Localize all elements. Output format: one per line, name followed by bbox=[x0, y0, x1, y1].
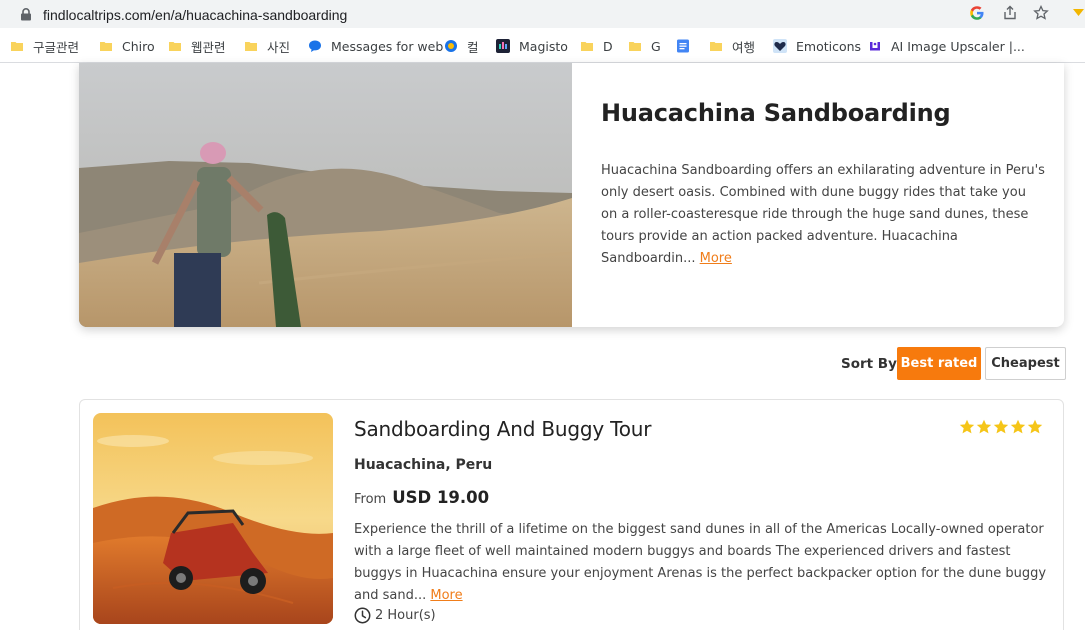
bookmarks-bar: 구글관련 Chiro 웹관련 사진 Messages for web 컬 Mag… bbox=[0, 28, 1085, 63]
star-icon bbox=[1027, 419, 1043, 434]
bookmark-label: Messages for web bbox=[331, 38, 444, 54]
url-text[interactable]: findlocaltrips.com/en/a/huacachina-sandb… bbox=[43, 7, 347, 23]
bookmark-item[interactable]: 여행 bbox=[709, 37, 755, 55]
share-icon[interactable] bbox=[1002, 5, 1018, 21]
bookmark-label: 웹관련 bbox=[191, 39, 226, 55]
page-title: Huacachina Sandboarding bbox=[601, 99, 951, 127]
bookmark-label: G bbox=[651, 38, 661, 54]
price-amount: USD 19.00 bbox=[392, 488, 490, 507]
bookmark-item[interactable]: D bbox=[580, 37, 613, 55]
google-icon[interactable] bbox=[969, 5, 985, 21]
duration-text: 2 Hour(s) bbox=[375, 608, 436, 623]
hero-description: Huacachina Sandboarding offers an exhila… bbox=[601, 160, 1046, 270]
lock-icon[interactable] bbox=[20, 8, 32, 21]
bookmark-label: Magisto bbox=[519, 38, 568, 54]
folder-icon bbox=[100, 42, 112, 51]
tour-location: Huacachina, Peru bbox=[354, 457, 493, 473]
messages-icon bbox=[309, 40, 321, 52]
clock-icon bbox=[354, 607, 371, 624]
star-icon bbox=[976, 419, 992, 434]
bookmark-item[interactable]: 웹관련 bbox=[168, 37, 226, 55]
bookmark-label: AI Image Upscaler |... bbox=[891, 38, 1025, 54]
folder-icon bbox=[710, 42, 722, 51]
sandboarder-photo bbox=[79, 63, 572, 327]
bookmark-label: 컬 bbox=[467, 39, 479, 55]
star-icon bbox=[1010, 419, 1026, 434]
magisto-icon bbox=[496, 39, 510, 53]
hero-description-text: Huacachina Sandboarding offers an exhila… bbox=[601, 163, 1045, 266]
bookmark-item[interactable]: 컬 bbox=[444, 37, 479, 55]
bookmark-label: 구글관련 bbox=[33, 39, 80, 55]
folder-icon bbox=[11, 42, 23, 51]
hero-more-link[interactable]: More bbox=[700, 251, 732, 266]
browser-address-bar: findlocaltrips.com/en/a/huacachina-sandb… bbox=[0, 0, 1085, 28]
folder-icon bbox=[169, 42, 181, 51]
bookmark-item[interactable]: Messages for web bbox=[308, 37, 443, 55]
tour-card[interactable]: Sandboarding And Buggy Tour Huacachina, … bbox=[79, 399, 1064, 630]
bookmark-item[interactable]: G bbox=[628, 37, 661, 55]
star-icon bbox=[959, 419, 975, 434]
bookmark-label: Emoticons bbox=[796, 38, 862, 54]
bookmark-item[interactable]: Magisto bbox=[496, 37, 568, 55]
upscaler-icon bbox=[868, 39, 882, 53]
bookmark-item[interactable]: 사진 bbox=[244, 37, 290, 55]
activity-hero-card: Huacachina Sandboarding Huacachina Sandb… bbox=[79, 63, 1064, 327]
star-icon bbox=[993, 419, 1009, 434]
sort-best-rated-button[interactable]: Best rated bbox=[897, 347, 981, 380]
docs-icon bbox=[677, 39, 689, 53]
heart-icon bbox=[773, 39, 787, 53]
url-field[interactable]: findlocaltrips.com/en/a/huacachina-sandb… bbox=[6, 2, 1064, 26]
bookmark-label: 여행 bbox=[732, 39, 756, 55]
price-prefix: From bbox=[354, 492, 387, 507]
folder-icon bbox=[629, 42, 641, 51]
bookmark-label: 사진 bbox=[267, 39, 291, 55]
sort-label: Sort By: bbox=[841, 356, 903, 372]
folder-icon bbox=[581, 42, 593, 51]
bookmark-label: D bbox=[603, 38, 613, 54]
tour-duration: 2 Hour(s) bbox=[354, 607, 436, 624]
bookmark-star-icon[interactable] bbox=[1033, 5, 1049, 21]
tour-rating bbox=[959, 419, 1043, 435]
folder-icon bbox=[245, 42, 257, 51]
tour-price: From USD 19.00 bbox=[354, 488, 489, 507]
tour-title[interactable]: Sandboarding And Buggy Tour bbox=[354, 417, 652, 441]
bookmark-item[interactable]: 구글관련 bbox=[10, 37, 79, 55]
bookmark-item[interactable]: Emoticons bbox=[773, 37, 861, 55]
bookmark-label: Chiro bbox=[122, 38, 155, 54]
extension-icon[interactable] bbox=[1072, 5, 1085, 21]
dune-buggy-photo bbox=[93, 413, 333, 624]
bookmark-item[interactable]: Chiro bbox=[99, 37, 155, 55]
tour-description: Experience the thrill of a lifetime on t… bbox=[354, 519, 1054, 607]
bookmark-item[interactable]: AI Image Upscaler |... bbox=[868, 37, 1025, 55]
tour-more-link[interactable]: More bbox=[430, 588, 462, 603]
bookmark-item[interactable] bbox=[676, 37, 699, 55]
sort-cheapest-button[interactable]: Cheapest bbox=[985, 347, 1066, 380]
circle-app-icon bbox=[445, 40, 457, 52]
